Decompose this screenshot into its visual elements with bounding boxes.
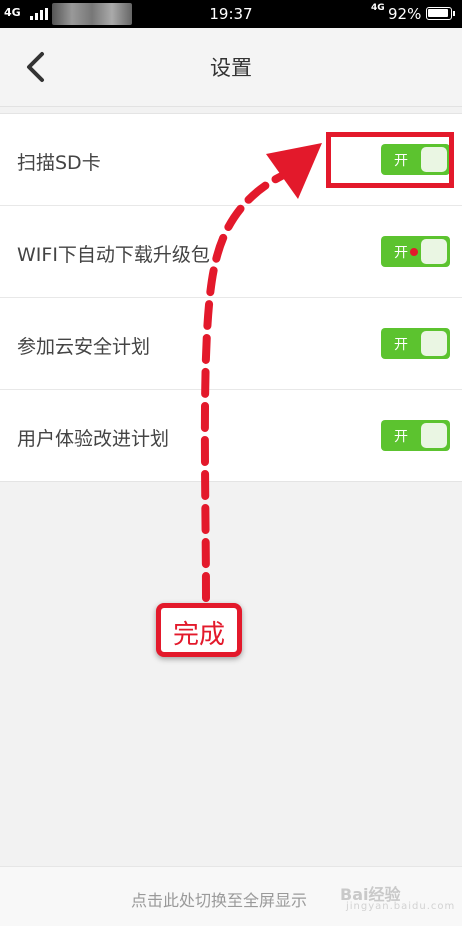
status-bar: 4G 19:37 4G 92% xyxy=(0,0,462,28)
done-callout: 完成 xyxy=(156,603,242,657)
setting-label: 参加云安全计划 xyxy=(17,336,151,358)
nav-header: 设置 xyxy=(0,28,462,107)
setting-row-user-experience: 用户体验改进计划 开 xyxy=(0,390,462,482)
setting-label: 扫描SD卡 xyxy=(17,152,101,174)
battery-icon xyxy=(426,7,455,20)
toggle-knob xyxy=(421,423,447,448)
page-title: 设置 xyxy=(210,56,252,80)
toggle-switch-wifi-download[interactable]: 开 xyxy=(381,236,450,267)
toggle-knob xyxy=(421,331,447,356)
toggle-on-text: 开 xyxy=(394,337,408,353)
setting-row-wifi-download: WIFI下自动下载升级包 开 xyxy=(0,206,462,298)
footer-bar: 点击此处切换至全屏显示 Bai经验 jingyan.baidu.com xyxy=(0,866,462,926)
highlight-box xyxy=(326,132,454,188)
setting-label: 用户体验改进计划 xyxy=(17,428,170,450)
toggle-knob xyxy=(421,239,447,264)
battery-percent: 92% xyxy=(388,5,422,23)
fullscreen-link[interactable]: 点击此处切换至全屏显示 xyxy=(131,887,307,911)
network-type-right: 4G xyxy=(371,3,385,13)
toggle-on-text: 开 xyxy=(394,429,408,445)
toggle-on-text: 开 xyxy=(394,245,408,261)
toggle-switch-cloud-security[interactable]: 开 xyxy=(381,328,450,359)
setting-row-cloud-security: 参加云安全计划 开 xyxy=(0,298,462,390)
done-label: 完成 xyxy=(172,620,225,650)
setting-label: WIFI下自动下载升级包 xyxy=(17,244,210,266)
toggle-switch-user-experience[interactable]: 开 xyxy=(381,420,450,451)
baidu-watermark-url: jingyan.baidu.com xyxy=(346,901,456,912)
